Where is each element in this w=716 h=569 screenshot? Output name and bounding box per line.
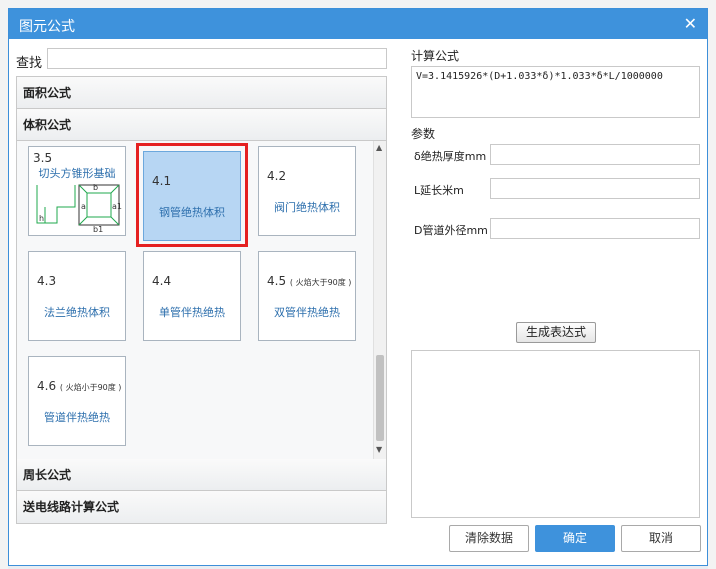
category-perimeter[interactable]: 周长公式: [17, 459, 386, 491]
formula-tile-grid: 3.5 切头方锥形基础 b a a1 h b1 4.1 钢管绝热体积 4.2 阀…: [17, 141, 386, 460]
diagram-label-b1: b1: [93, 225, 103, 233]
tile-number: 4.4: [152, 274, 172, 288]
tile-name: 单管伴热绝热: [159, 306, 225, 319]
cancel-button[interactable]: 取消: [621, 525, 701, 552]
close-icon[interactable]: ✕: [684, 14, 697, 33]
param-label-thickness: δ绝热厚度mm: [414, 150, 487, 163]
category-volume[interactable]: 体积公式: [17, 109, 386, 141]
tile-number: 4.3: [37, 274, 57, 288]
scroll-thumb[interactable]: [376, 355, 384, 441]
clear-data-button[interactable]: 清除数据: [449, 525, 529, 552]
generate-expression-button[interactable]: 生成表达式: [516, 322, 596, 343]
ok-button[interactable]: 确定: [535, 525, 615, 552]
diagram-label-h: h: [39, 214, 44, 223]
diagram-label-a1: a1: [112, 202, 122, 211]
frustum-foundation-diagram: b a a1 h b1: [36, 183, 122, 233]
thickness-input[interactable]: [490, 144, 700, 165]
category-area[interactable]: 面积公式: [17, 77, 386, 109]
diameter-input[interactable]: [490, 218, 700, 239]
diagram-label-a: a: [81, 202, 86, 211]
background-app-left: [0, 8, 8, 569]
tile-name: 切头方锥形基础: [38, 167, 116, 180]
formula-label: 计算公式: [411, 49, 460, 63]
scroll-down-icon[interactable]: ▼: [376, 445, 382, 454]
background-app-right: [708, 8, 716, 569]
formula-dialog: 图元公式 ✕ 查找 面积公式 体积公式 3.5 切头方锥形基础 b a a1 h…: [8, 8, 708, 566]
category-transmission-line[interactable]: 送电线路计算公式: [17, 491, 386, 523]
tile-name: 法兰绝热体积: [44, 306, 110, 319]
search-label: 查找: [16, 56, 43, 71]
search-input[interactable]: [47, 48, 387, 69]
formula-textbox[interactable]: V=3.1415926*(D+1.033*δ)*1.033*δ*L/100000…: [411, 66, 700, 118]
tile-number: 4.2: [267, 169, 287, 183]
diagram-label-b: b: [93, 183, 98, 192]
tile-name: 管道伴热绝热: [44, 411, 110, 424]
selection-highlight: [136, 143, 248, 247]
tile-4-6[interactable]: 4.6 ( 火焰小于90度 ) 管道伴热绝热: [28, 356, 126, 446]
tile-4-2[interactable]: 4.2 阀门绝热体积: [258, 146, 356, 236]
dialog-title: 图元公式: [19, 19, 75, 35]
tile-3-5[interactable]: 3.5 切头方锥形基础 b a a1 h b1: [28, 146, 126, 236]
tile-number: 4.6 ( 火焰小于90度 ): [37, 379, 122, 393]
param-label-length: L延长米m: [414, 184, 464, 197]
expression-output[interactable]: [411, 350, 700, 518]
tile-grid-scrollbar[interactable]: ▲ ▼: [373, 141, 386, 459]
dialog-titlebar: 图元公式 ✕: [9, 9, 707, 39]
formula-library-panel: 面积公式 体积公式 3.5 切头方锥形基础 b a a1 h b1 4.1 钢管…: [16, 76, 387, 524]
params-label: 参数: [411, 127, 436, 141]
tile-number: 3.5: [33, 151, 53, 165]
param-label-diameter: D管道外径mm: [414, 224, 488, 237]
tile-note: ( 火焰大于90度 ): [289, 278, 352, 287]
tile-number: 4.5 ( 火焰大于90度 ): [267, 274, 352, 288]
tile-name: 双管伴热绝热: [274, 306, 340, 319]
tile-4-4[interactable]: 4.4 单管伴热绝热: [143, 251, 241, 341]
length-input[interactable]: [490, 178, 700, 199]
tile-4-5[interactable]: 4.5 ( 火焰大于90度 ) 双管伴热绝热: [258, 251, 356, 341]
scroll-up-icon[interactable]: ▲: [376, 143, 382, 152]
tile-4-3[interactable]: 4.3 法兰绝热体积: [28, 251, 126, 341]
tile-note: ( 火焰小于90度 ): [59, 383, 122, 392]
tile-name: 阀门绝热体积: [274, 201, 340, 214]
